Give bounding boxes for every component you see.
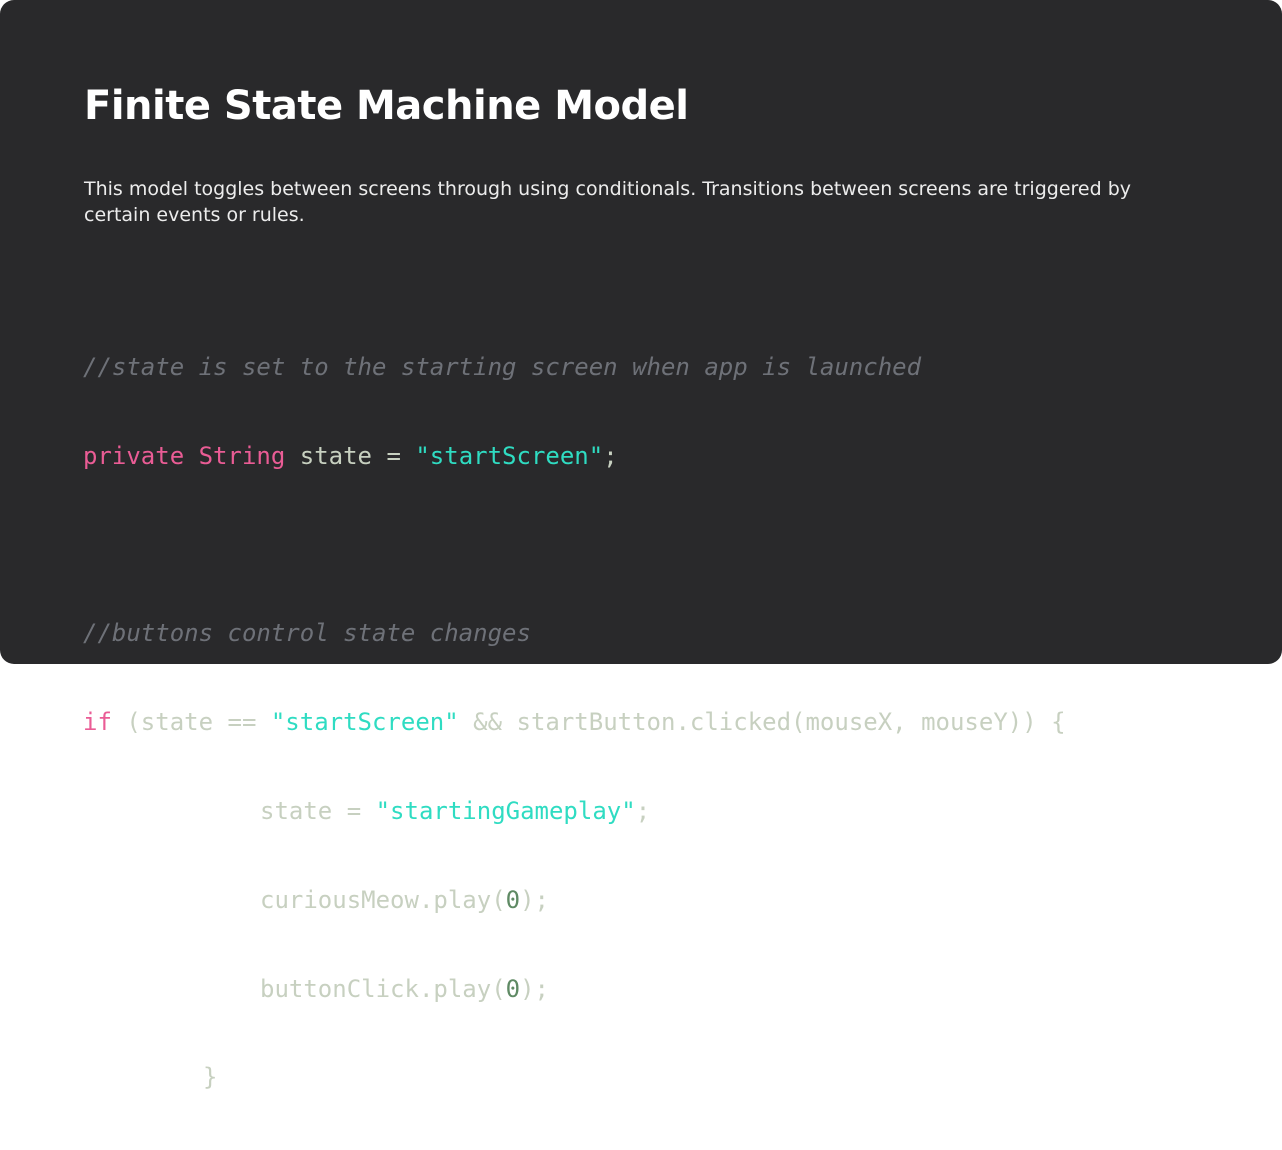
code-string: "startScreen" [270, 708, 459, 737]
code-closing-brace: } [203, 1063, 218, 1092]
code-number: 0 [505, 974, 521, 1003]
code-line-2: private String state = "startScreen"; [83, 440, 1066, 473]
code-text: state = [285, 441, 416, 470]
code-line-4: //buttons control state changes [83, 617, 1066, 650]
page-title: Finite State Machine Model [84, 83, 689, 129]
code-text: ); [520, 885, 549, 914]
code-line-9: } [83, 1061, 1066, 1094]
code-line-7: curiousMeow.play(0); [83, 884, 1066, 917]
slide-card: Finite State Machine Model This model to… [0, 0, 1282, 1091]
code-line-8: buttonClick.play(0); [83, 973, 1066, 1006]
code-number: 0 [505, 885, 521, 914]
code-text: ); [520, 974, 549, 1003]
code-text: ; [635, 796, 651, 825]
code-text: curiousMeow.play( [260, 885, 506, 914]
code-keyword: if [83, 708, 112, 737]
code-text: ; [603, 441, 618, 470]
code-comment: //state is set to the starting screen wh… [83, 353, 922, 381]
code-string: "startingGameplay" [375, 796, 636, 825]
code-keyword: private [83, 441, 185, 470]
code-line-5: if (state == "startScreen" && startButto… [83, 706, 1066, 739]
description-text: This model toggles between screens throu… [84, 178, 1131, 226]
code-comment: //buttons control state changes [83, 619, 531, 648]
code-line-1: //state is set to the starting screen wh… [83, 351, 1066, 384]
code-text: && startButton.clicked(mouseX, mouseY)) … [458, 708, 1066, 737]
code-type: String [198, 441, 286, 470]
code-text: buttonClick.play( [260, 974, 506, 1003]
code-block: //state is set to the starting screen wh… [83, 295, 1066, 1150]
code-text: state = [260, 796, 376, 825]
code-text: (state == [111, 708, 271, 737]
code-string: "startScreen" [415, 441, 604, 470]
code-line-6: state = "startingGameplay"; [83, 795, 1066, 828]
